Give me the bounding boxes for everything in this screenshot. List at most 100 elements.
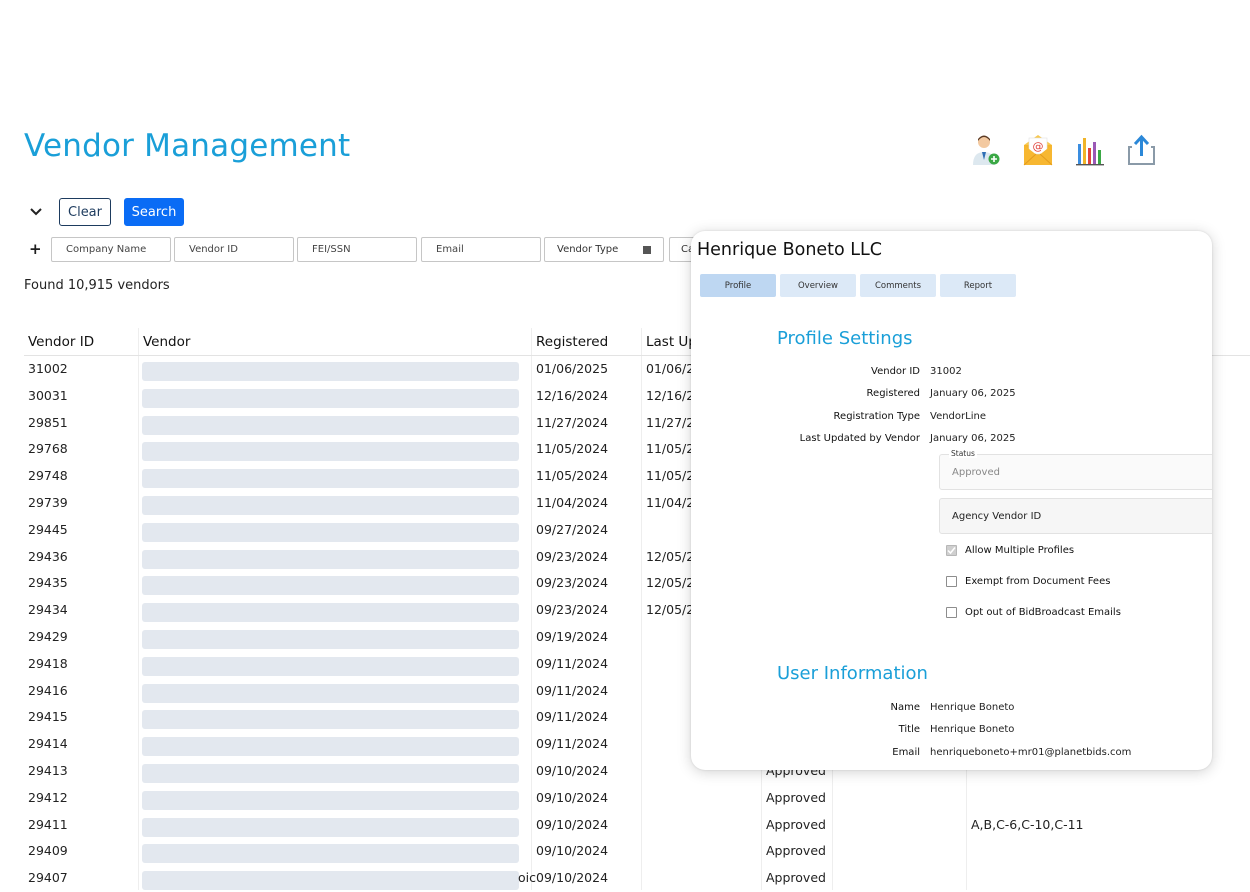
header-vendor[interactable]: Vendor [143,334,190,350]
vendor-name-redacted[interactable] [142,657,519,676]
registered-cell: 01/06/2025 [536,361,608,376]
email-icon[interactable]: @ [1020,130,1056,170]
vendor-name-redacted[interactable] [142,362,519,381]
chart-icon[interactable] [1072,130,1108,170]
field-value: henriqueboneto+mr01@planetbids.com [930,747,1131,758]
field-label: Vendor ID [691,366,920,377]
vendor-name-redacted[interactable] [142,442,519,461]
vendor-name-redacted[interactable] [142,791,519,810]
registered-cell: 09/23/2024 [536,602,608,617]
vendor-id-cell: 29429 [28,629,68,644]
field-label: Title [691,724,920,735]
checkbox-icon[interactable] [946,576,957,587]
last-updated-cell: 01/06/2 [646,361,694,376]
opt-out-bidbroadcast-checkbox[interactable]: Opt out of BidBroadcast Emails [946,607,1121,618]
vendor-name-redacted[interactable] [142,496,519,515]
vendor-name-redacted[interactable] [142,389,519,408]
vendor-id-cell: 31002 [28,361,68,376]
category-cell: A,B,C-6,C-10,C-11 [971,817,1084,832]
vendor-name-redacted[interactable] [142,764,519,783]
user-information-heading: User Information [777,663,928,684]
status-cell: Approved [766,790,826,805]
tab-overview[interactable]: Overview [780,274,856,297]
vendor-name-redacted[interactable] [142,710,519,729]
header-vendor-id[interactable]: Vendor ID [28,334,94,350]
svg-text:@: @ [1033,140,1044,153]
add-filter-icon[interactable]: + [29,240,42,258]
exempt-document-fees-checkbox[interactable]: Exempt from Document Fees [946,576,1110,587]
status-cell: Approved [766,843,826,858]
registered-cell: 11/05/2024 [536,441,608,456]
vendor-name-redacted[interactable] [142,523,519,542]
registered-cell: 09/10/2024 [536,790,608,805]
checkbox-icon[interactable] [946,607,957,618]
vendor-name-redacted[interactable] [142,603,519,622]
tab-report[interactable]: Report [940,274,1016,297]
table-row[interactable]: 29407oic09/10/2024Approved [24,865,1250,892]
vendor-name-redacted[interactable] [142,684,519,703]
tab-profile[interactable]: Profile [700,274,776,297]
add-user-icon[interactable] [968,130,1004,170]
fei-ssn-input[interactable] [297,237,417,262]
vendor-id-cell: 30031 [28,388,68,403]
table-row[interactable]: 29409 09/10/2024 Approved [24,838,1250,865]
vendor-name-redacted[interactable] [142,416,519,435]
registered-cell: 09/10/2024 [536,817,608,832]
registered-cell: 09/23/2024 [536,575,608,590]
registered-cell: 09/11/2024 [536,736,608,751]
vendor-name-redacted[interactable] [142,576,519,595]
field-label: Email [691,747,920,758]
status-cell: Approved [766,817,826,832]
vendor-name-redacted[interactable] [142,844,519,863]
allow-multiple-profiles-checkbox[interactable]: Allow Multiple Profiles [946,545,1074,556]
vendor-name-redacted[interactable] [142,737,519,756]
last-updated-cell: 12/05/2 [646,575,694,590]
vendor-name-redacted[interactable] [142,818,519,837]
checkbox-icon[interactable] [946,545,957,556]
registered-cell: 12/16/2024 [536,388,608,403]
last-updated-cell: 11/27/2 [646,415,694,430]
vendor-id-cell: 29415 [28,709,68,724]
export-icon[interactable] [1124,130,1160,170]
registered-cell: 09/11/2024 [536,709,608,724]
registered-cell: 09/11/2024 [536,656,608,671]
company-name-input[interactable] [51,237,171,262]
registered-cell: 09/10/2024 [536,870,608,885]
vendor-id-cell: 29413 [28,763,68,778]
registered-cell: 09/19/2024 [536,629,608,644]
vendor-id-cell: 29409 [28,843,68,858]
vendor-id-cell: 29412 [28,790,68,805]
vendor-id-cell: 29445 [28,522,68,537]
registered-cell: 11/05/2024 [536,468,608,483]
header-last-updated[interactable]: Last Up [646,334,697,350]
field-label: Name [691,702,920,713]
agency-vendor-id-input[interactable]: Agency Vendor ID [939,498,1212,534]
clear-button[interactable]: Clear [59,198,111,226]
table-row[interactable]: 2941109/10/2024ApprovedA,B,C-6,C-10,C-11 [24,812,1250,839]
email-input[interactable] [421,237,541,262]
header-registered[interactable]: Registered [536,334,608,350]
vendor-name-redacted[interactable] [142,871,519,890]
vendor-id-cell: 29739 [28,495,68,510]
vendor-id-input[interactable] [174,237,294,262]
vendor-name-redacted[interactable] [142,550,519,569]
field-value: January 06, 2025 [930,433,1016,444]
registered-cell: 11/27/2024 [536,415,608,430]
field-value: VendorLine [930,411,986,422]
vendor-name-redacted[interactable] [142,630,519,649]
registered-cell: 09/11/2024 [536,683,608,698]
tab-comments[interactable]: Comments [860,274,936,297]
field-label: Last Updated by Vendor [691,433,920,444]
chevron-down-icon[interactable] [26,201,46,221]
status-cell: Approved [766,870,826,885]
last-updated-cell: 11/05/2 [646,441,694,456]
vendor-name-redacted[interactable] [142,469,519,488]
checkbox-label: Opt out of BidBroadcast Emails [965,607,1121,618]
field-value: 31002 [930,366,962,377]
registered-cell: 09/10/2024 [536,843,608,858]
vendor-type-select[interactable]: Vendor Type [544,237,664,262]
table-row[interactable]: 29412 09/10/2024 Approved [24,785,1250,812]
vendor-id-cell: 29768 [28,441,68,456]
vendor-id-cell: 29748 [28,468,68,483]
search-button[interactable]: Search [124,198,184,226]
